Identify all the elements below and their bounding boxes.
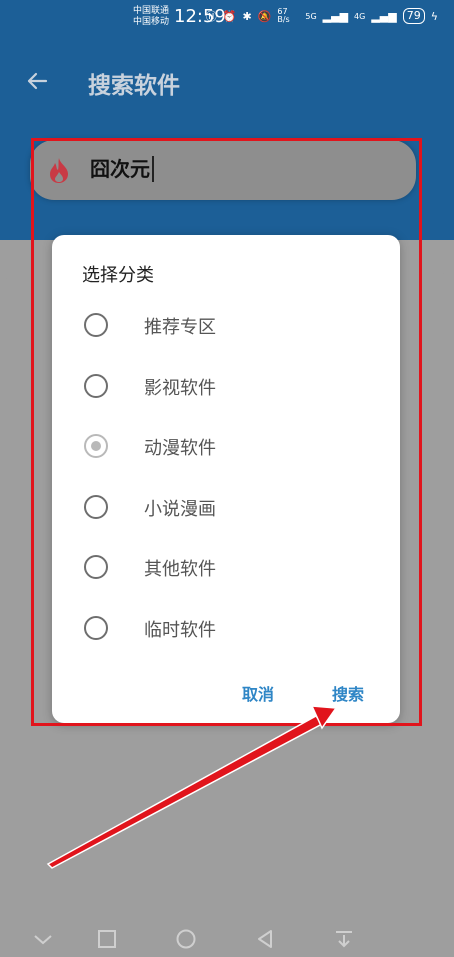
option-label: 影视软件: [144, 377, 216, 399]
radio-button[interactable]: [84, 313, 108, 337]
search-button[interactable]: 搜索: [332, 681, 364, 705]
search-input[interactable]: 囧次元: [30, 140, 416, 200]
home-circle-icon[interactable]: [173, 926, 199, 952]
charging-icon: ϟ: [430, 9, 438, 23]
system-nav-bar: [0, 920, 454, 957]
category-options: 推荐专区 影视软件 动漫软件 小说漫画 其他软件 临时软件: [84, 307, 384, 670]
option-temporary[interactable]: 临时软件: [84, 610, 384, 671]
carrier-2: 中国移动: [133, 17, 170, 27]
dialog-title: 选择分类: [82, 265, 154, 286]
notification-pull-icon[interactable]: [331, 926, 357, 952]
carrier-1: 中国联通: [133, 6, 170, 16]
radio-button-selected[interactable]: [84, 434, 108, 458]
radio-button[interactable]: [84, 615, 108, 640]
back-arrow-icon[interactable]: [22, 66, 52, 96]
signal-bars-icon: ▂▄▆: [371, 9, 397, 23]
category-dialog: 选择分类 推荐专区 影视软件 动漫软件 小说漫画 其他软件 临时软件 取消 搜索: [52, 235, 400, 723]
option-video[interactable]: 影视软件: [84, 368, 384, 429]
option-anime[interactable]: 动漫软件: [84, 428, 384, 489]
signal-1: 5G: [305, 11, 317, 21]
toolbar: 搜索软件: [0, 56, 454, 108]
option-label: 临时软件: [144, 619, 216, 641]
option-label: 其他软件: [144, 559, 216, 580]
flame-icon: [50, 158, 68, 183]
radio-button[interactable]: [84, 494, 108, 519]
option-label: 推荐专区: [144, 317, 216, 338]
status-bar: 中国联通 中国移动 12:59 Ⓝ ⏰ ✱ 🔕 67 B/s 5G ▂▄▆ 4G…: [0, 0, 454, 36]
alarm-icon: ⏰: [222, 9, 237, 23]
status-icons: Ⓝ ⏰ ✱ 🔕 67 B/s 5G ▂▄▆ 4G ▂▄▆ 79 ϟ: [206, 8, 438, 24]
net-speed: 67 B/s: [277, 7, 290, 24]
option-label: 动漫软件: [144, 438, 216, 459]
carrier-info: 中国联通 中国移动: [133, 6, 169, 28]
search-value: 囧次元: [90, 156, 154, 182]
page-title: 搜索软件: [88, 73, 180, 99]
radio-button[interactable]: [84, 555, 108, 579]
radio-button[interactable]: [84, 373, 108, 398]
nfc-icon: Ⓝ: [205, 10, 217, 23]
bluetooth-icon: ✱: [242, 9, 252, 23]
battery-level: 79: [402, 8, 425, 24]
mute-icon: 🔕: [257, 9, 272, 23]
option-recommended[interactable]: 推荐专区: [84, 307, 384, 368]
option-novel-comic[interactable]: 小说漫画: [84, 489, 384, 550]
back-triangle-icon[interactable]: [252, 926, 278, 952]
option-label: 小说漫画: [144, 498, 216, 520]
chevron-down-icon[interactable]: [30, 926, 56, 952]
option-other[interactable]: 其他软件: [84, 549, 384, 610]
app-header: [0, 0, 454, 240]
signal-bars-icon: ▂▄▆: [322, 9, 349, 23]
recents-square-icon[interactable]: [94, 926, 120, 952]
signal-2: 4G: [354, 11, 366, 21]
cancel-button[interactable]: 取消: [242, 681, 274, 705]
